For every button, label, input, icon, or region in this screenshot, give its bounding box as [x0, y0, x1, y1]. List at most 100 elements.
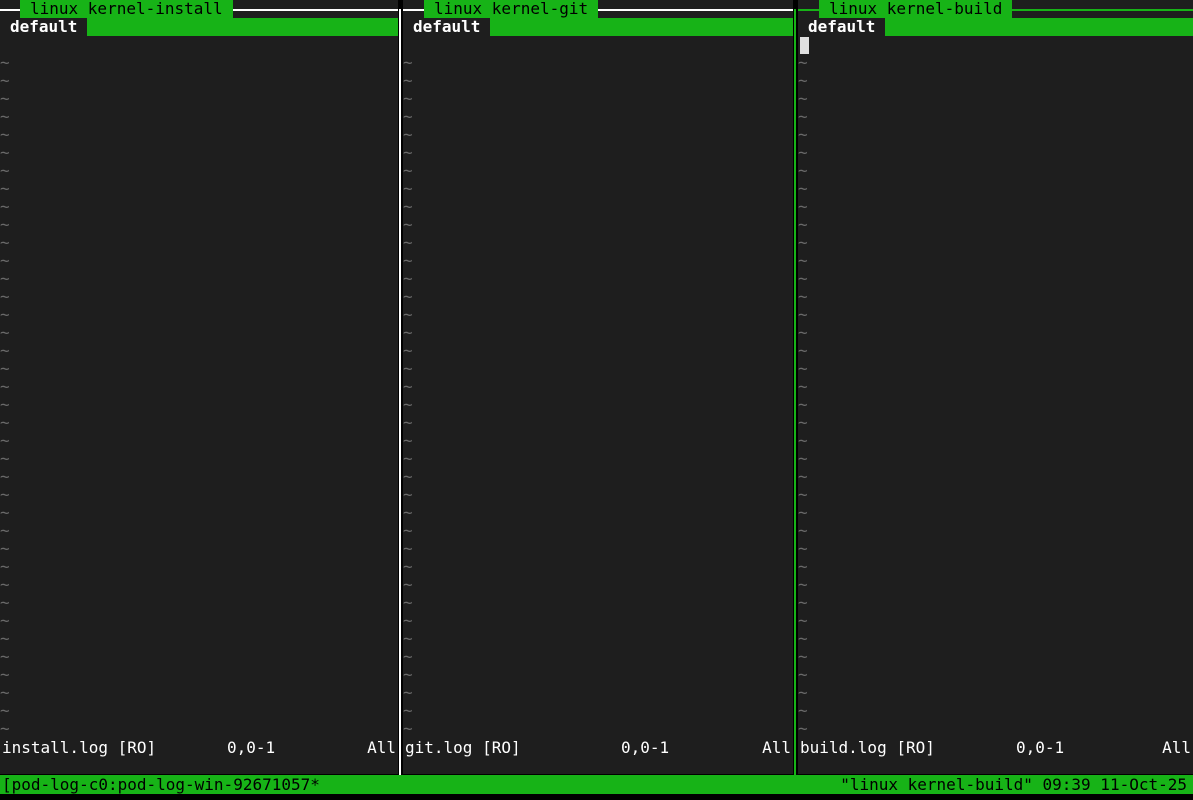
tab-default[interactable]: default	[8, 18, 88, 36]
empty-line-marker: ~	[798, 197, 808, 216]
pane-title: linux kernel-install	[20, 0, 233, 18]
empty-line-marker: ~	[403, 341, 413, 360]
empty-line-marker: ~	[403, 629, 413, 648]
empty-line-marker: ~	[798, 683, 808, 702]
tab-default[interactable]: default	[411, 18, 491, 36]
empty-lines: ~ ~ ~ ~ ~ ~ ~ ~ ~ ~ ~ ~ ~ ~ ~ ~ ~ ~ ~ ~ ~ ~ ~ ~ ~ ~ ~ ~ ~ ~ ~ ~ ~ ~ ~ ~ ~ ~	[798, 54, 812, 738]
empty-line-marker: ~	[0, 485, 10, 504]
empty-line-marker: ~	[798, 539, 808, 558]
empty-line-marker: ~	[403, 89, 413, 108]
empty-line-marker: ~	[0, 125, 10, 144]
empty-line-marker: ~	[0, 431, 10, 450]
empty-line-marker: ~	[0, 719, 10, 738]
text-cursor	[800, 37, 809, 54]
empty-line-marker: ~	[0, 215, 10, 234]
empty-line-marker: ~	[403, 521, 413, 540]
empty-line-marker: ~	[798, 125, 808, 144]
bottom-strip	[0, 794, 1193, 800]
empty-line-marker: ~	[798, 305, 808, 324]
empty-line-marker: ~	[798, 71, 808, 90]
empty-line-marker: ~	[403, 197, 413, 216]
empty-line-marker: ~	[403, 377, 413, 396]
empty-line-marker: ~	[798, 503, 808, 522]
pane-kernel-git[interactable]: linux kernel-git default ~ ~ ~ ~ ~ ~ ~ ~ ~ ~ ~ ~ ~ ~ ~…	[403, 0, 793, 774]
empty-line-marker: ~	[403, 503, 413, 522]
tab-default[interactable]: default	[806, 18, 886, 36]
empty-line-marker: ~	[798, 251, 808, 270]
pane-kernel-install[interactable]: linux kernel-install default ~ ~ ~ ~ ~ ~ ~ ~ ~ ~ ~…	[0, 0, 398, 774]
empty-line-marker: ~	[0, 89, 10, 108]
empty-line-marker: ~	[0, 269, 10, 288]
statusline-scroll: All	[1162, 738, 1191, 757]
empty-line-marker: ~	[798, 431, 808, 450]
empty-line-marker: ~	[403, 251, 413, 270]
empty-line-marker: ~	[0, 305, 10, 324]
empty-line-marker: ~	[403, 233, 413, 252]
empty-line-marker: ~	[403, 53, 413, 72]
empty-line-marker: ~	[798, 89, 808, 108]
vim-tabline: default	[806, 18, 1193, 36]
empty-line-marker: ~	[0, 377, 10, 396]
empty-line-marker: ~	[403, 215, 413, 234]
empty-line-marker: ~	[403, 611, 413, 630]
empty-line-marker: ~	[798, 629, 808, 648]
empty-line-marker: ~	[0, 179, 10, 198]
empty-line-marker: ~	[0, 53, 10, 72]
tmux-status-bar: [pod-log-c0:pod-log-win-92671057* "linux…	[0, 775, 1193, 794]
empty-line-marker: ~	[798, 359, 808, 378]
empty-line-marker: ~	[798, 143, 808, 162]
empty-line-marker: ~	[0, 161, 10, 180]
empty-line-marker: ~	[798, 557, 808, 576]
statusline-position: 0,0-1	[227, 738, 276, 757]
empty-line-marker: ~	[0, 665, 10, 684]
empty-line-marker: ~	[798, 665, 808, 684]
empty-line-marker: ~	[403, 161, 413, 180]
empty-line-marker: ~	[0, 251, 10, 270]
empty-line-marker: ~	[0, 413, 10, 432]
empty-line-marker: ~	[798, 647, 808, 666]
statusline-filename: install.log [RO]	[2, 738, 157, 757]
empty-line-marker: ~	[0, 233, 10, 252]
vim-statusline: git.log [RO] 0,0-1 All	[403, 739, 793, 757]
empty-line-marker: ~	[798, 575, 808, 594]
empty-line-marker: ~	[0, 611, 10, 630]
statusline-position: 0,0-1	[1016, 738, 1065, 757]
empty-line-marker: ~	[798, 161, 808, 180]
empty-line-marker: ~	[403, 359, 413, 378]
empty-line-marker: ~	[403, 647, 413, 666]
empty-line-marker: ~	[403, 107, 413, 126]
empty-line-marker: ~	[798, 107, 808, 126]
empty-line-marker: ~	[403, 305, 413, 324]
empty-line-marker: ~	[403, 179, 413, 198]
vim-tabline: default	[411, 18, 793, 36]
empty-line-marker: ~	[0, 395, 10, 414]
empty-line-marker: ~	[0, 593, 10, 612]
empty-line-marker: ~	[403, 323, 413, 342]
empty-line-marker: ~	[403, 665, 413, 684]
empty-line-marker: ~	[0, 503, 10, 522]
statusline-scroll: All	[762, 738, 791, 757]
empty-line-marker: ~	[0, 323, 10, 342]
empty-line-marker: ~	[0, 467, 10, 486]
empty-line-marker: ~	[403, 719, 413, 738]
empty-line-marker: ~	[403, 683, 413, 702]
empty-line-marker: ~	[403, 557, 413, 576]
empty-line-marker: ~	[798, 395, 808, 414]
empty-line-marker: ~	[798, 269, 808, 288]
pane-kernel-build[interactable]: linux kernel-build default ~ ~ ~ ~ ~ ~ ~ ~ ~ ~ ~ ~ ~…	[798, 0, 1193, 774]
empty-line-marker: ~	[0, 629, 10, 648]
empty-line-marker: ~	[798, 593, 808, 612]
empty-line-marker: ~	[798, 323, 808, 342]
empty-line-marker: ~	[403, 485, 413, 504]
tmux-session-window[interactable]: [pod-log-c0:pod-log-win-92671057*	[2, 775, 320, 794]
empty-line-marker: ~	[403, 701, 413, 720]
empty-line-marker: ~	[798, 719, 808, 738]
empty-line-marker: ~	[0, 107, 10, 126]
statusline-position: 0,0-1	[621, 738, 670, 757]
pane-divider[interactable]	[399, 9, 401, 775]
empty-line-marker: ~	[798, 467, 808, 486]
pane-divider-active[interactable]	[794, 9, 796, 775]
empty-line-marker: ~	[0, 575, 10, 594]
empty-line-marker: ~	[798, 215, 808, 234]
empty-lines: ~ ~ ~ ~ ~ ~ ~ ~ ~ ~ ~ ~ ~ ~ ~ ~ ~ ~ ~ ~ ~ ~ ~ ~ ~ ~ ~ ~ ~ ~ ~ ~ ~ ~ ~ ~ ~ ~	[0, 54, 14, 738]
